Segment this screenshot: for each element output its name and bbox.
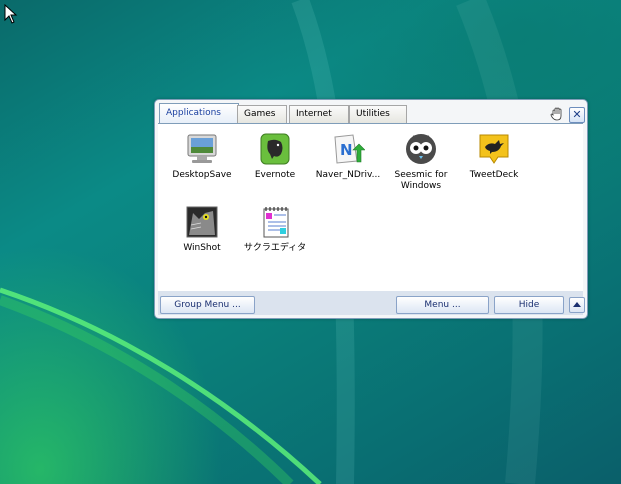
launcher-footer: Group Menu ... Menu ... Hide <box>158 291 585 315</box>
winshot-cat-icon <box>186 206 218 238</box>
app-launcher-window: Applications Games Internet Utilities ✕ … <box>154 99 588 319</box>
app-winshot[interactable]: WinShot <box>167 205 237 254</box>
hand-drag-icon[interactable] <box>549 106 565 122</box>
tab-utilities[interactable]: Utilities <box>349 105 407 123</box>
app-naver-ndrive[interactable]: N Naver_NDriv... <box>313 132 383 181</box>
close-button[interactable]: ✕ <box>569 107 585 123</box>
tab-applications[interactable]: Applications <box>159 103 239 124</box>
app-label: Naver_NDriv... <box>315 170 381 180</box>
app-label: DesktopSave <box>172 170 232 180</box>
tab-bar: Applications Games Internet Utilities ✕ <box>159 103 585 124</box>
app-sakura-editor[interactable]: サクラエディタ <box>240 205 310 254</box>
tweetdeck-bird-icon <box>479 134 509 164</box>
app-label: Evernote <box>254 170 296 180</box>
tab-games[interactable]: Games <box>237 105 287 123</box>
app-evernote[interactable]: Evernote <box>240 132 310 181</box>
tab-internet[interactable]: Internet <box>289 105 349 123</box>
app-grid: DesktopSave Evernote N Naver_NDriv... Se… <box>158 123 583 291</box>
triangle-up-icon <box>573 302 581 307</box>
app-label: Seesmic for Windows <box>394 170 448 191</box>
app-seesmic[interactable]: Seesmic for Windows <box>386 132 456 192</box>
mouse-cursor-icon <box>4 4 18 24</box>
naver-ndrive-icon: N <box>334 134 366 164</box>
hide-button[interactable]: Hide <box>494 296 564 314</box>
close-icon: ✕ <box>572 108 582 121</box>
app-label: サクラエディタ <box>243 243 307 253</box>
evernote-elephant-icon <box>260 133 290 165</box>
sakura-editor-notepad-icon <box>263 207 289 238</box>
seesmic-owl-icon <box>406 134 436 164</box>
collapse-button[interactable] <box>569 297 585 313</box>
menu-button[interactable]: Menu ... <box>396 296 489 314</box>
app-tweetdeck[interactable]: TweetDeck <box>459 132 529 181</box>
app-label: WinShot <box>183 243 221 253</box>
group-menu-button[interactable]: Group Menu ... <box>160 296 255 314</box>
app-label: TweetDeck <box>469 170 519 180</box>
desktop-monitor-icon <box>187 134 217 163</box>
app-desktopsave[interactable]: DesktopSave <box>167 132 237 181</box>
svg-text:N: N <box>340 141 353 159</box>
